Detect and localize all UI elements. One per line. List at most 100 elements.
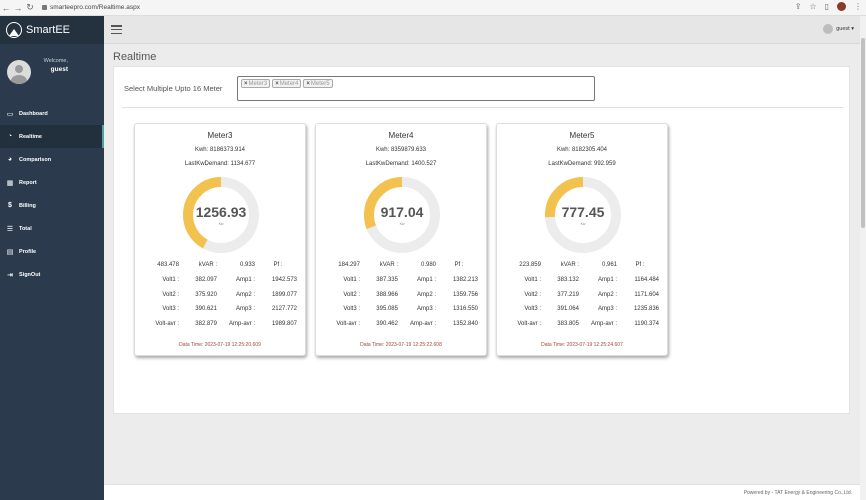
- scrollbar[interactable]: [860, 16, 866, 500]
- pf-value: 0.961: [601, 262, 617, 268]
- remove-tag-icon[interactable]: ×: [275, 81, 279, 87]
- lock-icon: [42, 5, 47, 10]
- address-bar[interactable]: smarteepro.com/Realtime.aspx: [42, 4, 140, 11]
- voltavr-label: Volt-avr :: [155, 321, 179, 327]
- back-icon[interactable]: ←: [0, 3, 12, 13]
- kw-value: 1256.93: [195, 204, 247, 220]
- ampavr-value: 1352.840: [452, 321, 478, 327]
- pf-label: Pf :: [273, 262, 283, 268]
- star-icon[interactable]: ☆: [809, 2, 816, 11]
- meter-name: Meter4: [388, 131, 414, 140]
- meter-tag[interactable]: × Meter3: [241, 79, 271, 88]
- user-menu[interactable]: guest ▾: [823, 24, 854, 34]
- top-header: guest ▾: [104, 16, 866, 44]
- hamburger-menu-icon[interactable]: [111, 25, 122, 34]
- volt1-value: 382.097: [195, 277, 217, 283]
- pf-value: 0.980: [420, 262, 436, 268]
- sidebar-item-signout[interactable]: ⇥ SignOut: [0, 263, 104, 286]
- sidebar-menu: ▭ Dashboard ◔ Realtime ◕ Comparison ▦ Re…: [0, 102, 104, 286]
- amp1-label: Amp1 :: [416, 277, 436, 283]
- amp1-value: 1942.573: [271, 277, 297, 283]
- user-menu-label: guest ▾: [836, 26, 854, 32]
- sidebar-item-label: Report: [19, 179, 37, 186]
- amp2-label: Amp2 :: [235, 292, 255, 298]
- sidebar-item-report[interactable]: ▦ Report: [0, 171, 104, 194]
- sidebar-item-label: Dashboard: [19, 110, 48, 117]
- amp1-label: Amp1 :: [235, 277, 255, 283]
- forward-icon[interactable]: →: [12, 3, 24, 13]
- footer-text: Powered by - TAT Energy & Engineering Co…: [743, 490, 852, 496]
- url-text: smarteepro.com/Realtime.aspx: [50, 4, 140, 11]
- sidebar-item-profile[interactable]: ▤ Profile: [0, 240, 104, 263]
- table-icon: ▦: [6, 179, 14, 187]
- footer: Powered by - TAT Energy & Engineering Co…: [104, 484, 866, 500]
- amp3-label: Amp3 :: [416, 306, 436, 312]
- sidebar-item-label: Profile: [19, 248, 37, 255]
- mountain-logo-icon: [6, 22, 22, 38]
- volt1-label: Volt1 :: [162, 277, 179, 283]
- dollar-icon: $: [8, 202, 12, 209]
- sidebar-item-label: Billing: [19, 202, 36, 209]
- brand[interactable]: SmartEE: [0, 16, 104, 44]
- meter-card: Meter5 Kwh: 8182305.404 LastKwDemand: 99…: [496, 123, 668, 356]
- sidebar-item-label: Total: [19, 225, 32, 232]
- volt1-label: Volt1 :: [524, 277, 541, 283]
- kvar-label: kVAR :: [560, 262, 579, 268]
- kva-value: 483.478: [157, 262, 179, 268]
- username: guest: [50, 66, 68, 73]
- side-panel-icon[interactable]: ▯: [825, 2, 829, 11]
- kw-gauge: 1256.93 Kw: [182, 176, 260, 254]
- sidebar-item-billing[interactable]: $ Billing: [0, 194, 104, 217]
- kwh-value: Kwh: 8186373.914: [194, 147, 246, 153]
- remove-tag-icon[interactable]: ×: [244, 81, 248, 87]
- amp1-value: 1164.484: [634, 277, 659, 283]
- browser-profile-icon[interactable]: [837, 2, 846, 11]
- reload-icon[interactable]: ↻: [24, 2, 36, 13]
- browser-menu-icon[interactable]: ⋮: [854, 2, 862, 11]
- voltavr-value: 382.879: [195, 321, 217, 327]
- sidebar-item-realtime[interactable]: ◔ Realtime: [0, 125, 104, 148]
- ampavr-value: 1989.807: [271, 321, 297, 327]
- user-avatar-icon: [823, 24, 834, 34]
- ampavr-label: Amp-avr :: [590, 321, 617, 327]
- sidebar-item-comparison[interactable]: ◕ Comparison: [0, 148, 104, 171]
- volt1-value: 387.335: [376, 277, 398, 283]
- kw-gauge: 917.04 Kw: [363, 176, 441, 254]
- sidebar-item-total[interactable]: ☰ Total: [0, 217, 104, 240]
- scrollbar-thumb[interactable]: [861, 38, 865, 228]
- pf-value: 0.933: [239, 262, 255, 268]
- kwh-value: Kwh: 8359879.633: [375, 147, 427, 153]
- meter-multi-select[interactable]: × Meter3 × Meter4 × Meter5: [237, 76, 595, 101]
- volt3-value: 395.085: [376, 306, 398, 312]
- kvar-label: kVAR :: [379, 262, 398, 268]
- pf-label: Pf :: [635, 262, 645, 268]
- volt2-label: Volt2 :: [162, 292, 179, 298]
- volt2-value: 377.219: [557, 292, 579, 298]
- pie-chart-icon: ◕: [7, 156, 13, 163]
- sidebar: SmartEE Welcome, guest ▭ Dashboard ◔ Rea…: [0, 16, 104, 500]
- voltavr-value: 390.462: [376, 321, 398, 327]
- amp1-label: Amp1 :: [597, 277, 617, 283]
- kva-value: 184.297: [338, 262, 360, 268]
- kvar-label: kVAR :: [198, 262, 217, 268]
- volt2-value: 375.920: [195, 292, 217, 298]
- remove-tag-icon[interactable]: ×: [306, 81, 310, 87]
- last-kw-demand: LastKwDemand: 1400.527: [365, 161, 437, 167]
- kw-unit: Kw: [580, 222, 586, 226]
- pf-label: Pf :: [454, 262, 464, 268]
- volt3-label: Volt3 :: [343, 306, 360, 312]
- meter-tag[interactable]: × Meter4: [272, 79, 302, 88]
- sidebar-item-label: Comparison: [19, 156, 52, 163]
- amp3-label: Amp3 :: [597, 306, 617, 312]
- kw-unit: Kw: [399, 222, 405, 226]
- share-icon[interactable]: ⇪: [795, 2, 802, 11]
- voltavr-value: 383.805: [557, 321, 579, 327]
- last-kw-demand: LastKwDemand: 992.959: [548, 161, 616, 167]
- amp3-value: 1316.550: [452, 306, 478, 312]
- meter-tag[interactable]: × Meter5: [303, 79, 333, 88]
- meter-name: Meter3: [207, 131, 233, 140]
- sidebar-item-dashboard[interactable]: ▭ Dashboard: [0, 102, 104, 125]
- monitor-icon: ▭: [6, 110, 14, 118]
- amp2-label: Amp2 :: [597, 292, 617, 298]
- amp3-value: 2127.772: [271, 306, 297, 312]
